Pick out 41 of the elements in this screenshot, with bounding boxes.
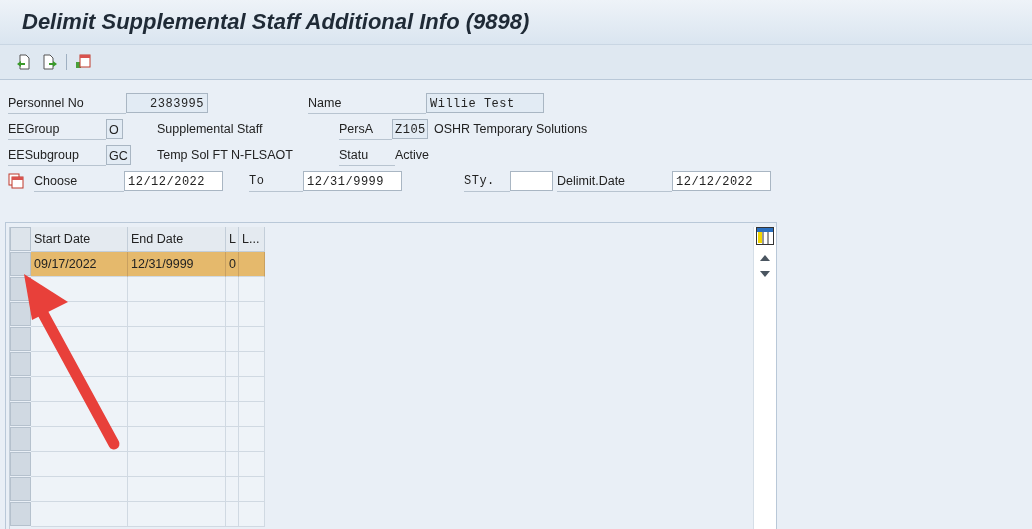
field-label: Statu [339,144,395,166]
column-header[interactable]: L [226,227,239,252]
employee-subgroup-text: Temp Sol FT N-FLSAOT [156,148,294,162]
row-selector[interactable] [10,252,31,276]
window-title: Delimit Supplemental Staff Additional Info (9898) [22,9,530,35]
row-selector[interactable] [10,302,31,326]
select-all-button[interactable] [10,227,31,251]
row-selector[interactable] [10,502,31,526]
row-selector[interactable] [10,477,31,501]
column-header[interactable]: L... [239,227,265,252]
scroll-up-icon[interactable] [760,255,770,261]
row-selector[interactable] [10,427,31,451]
column-header[interactable]: End Date [128,227,226,252]
next-page-icon[interactable] [42,54,58,70]
table-cell: 09/17/2022 [31,252,128,277]
delimit-date-field[interactable]: 12/12/2022 [672,171,771,191]
row-selector[interactable] [10,452,31,476]
personnel-number-field: 2383995 [126,93,208,113]
column-header[interactable]: Start Date [31,227,128,252]
table-cell [239,252,265,277]
scroll-down-icon[interactable] [760,271,770,277]
row-selector[interactable] [10,377,31,401]
previous-page-icon[interactable] [16,54,32,70]
employee-group-field: O [106,119,123,139]
status-text: Active [395,148,430,162]
end-date-field[interactable]: 12/31/9999 [303,171,402,191]
personnel-area-text: OSHR Temporary Solutions [434,122,588,136]
employee-group-text: Supplemental Staff [156,122,264,136]
start-date-field[interactable]: 12/12/2022 [124,171,223,191]
column-layout-icon[interactable] [756,227,774,245]
row-selector[interactable] [10,327,31,351]
row-selector[interactable] [10,352,31,376]
table-cell: 12/31/9999 [128,252,226,277]
calendar-icon[interactable] [8,173,24,189]
personnel-area-field: Z105 [392,119,428,139]
employee-subgroup-field: GC [106,145,131,165]
table-cell: 0 [226,252,239,277]
row-selector[interactable] [10,402,31,426]
calendar-icon[interactable] [75,54,91,70]
name-field: Willie Test [426,93,544,113]
subtype-field[interactable] [510,171,553,191]
